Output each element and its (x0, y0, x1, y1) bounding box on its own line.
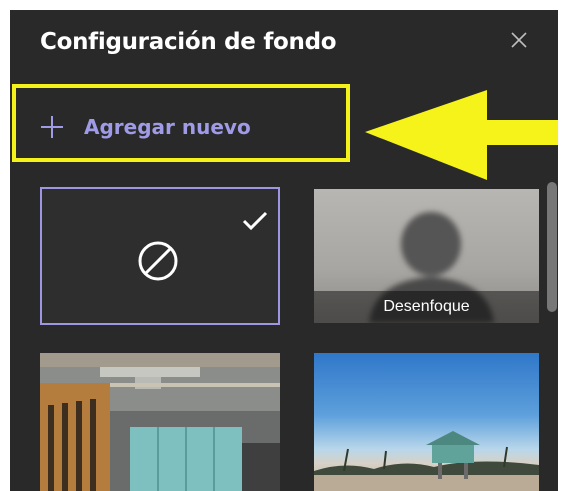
office-image (40, 353, 280, 491)
scrollbar[interactable] (547, 182, 557, 312)
no-background-icon (138, 241, 178, 281)
background-blur-tile[interactable]: Desenfoque (314, 189, 539, 323)
close-icon[interactable] (504, 25, 534, 55)
background-settings-panel: Configuración de fondo Agregar nuevo Des… (10, 10, 558, 491)
add-new-label: Agregar nuevo (84, 115, 251, 139)
beach-image (314, 431, 539, 491)
add-new-button[interactable]: Agregar nuevo (40, 110, 251, 144)
checkmark-icon (242, 211, 268, 231)
blur-label: Desenfoque (314, 291, 539, 323)
background-office-tile[interactable] (40, 353, 280, 491)
panel-title: Configuración de fondo (40, 29, 337, 55)
background-none-tile[interactable] (40, 187, 280, 325)
background-beach-tile[interactable] (314, 353, 539, 491)
arrow-left-icon (365, 90, 558, 180)
plus-icon (41, 116, 63, 138)
